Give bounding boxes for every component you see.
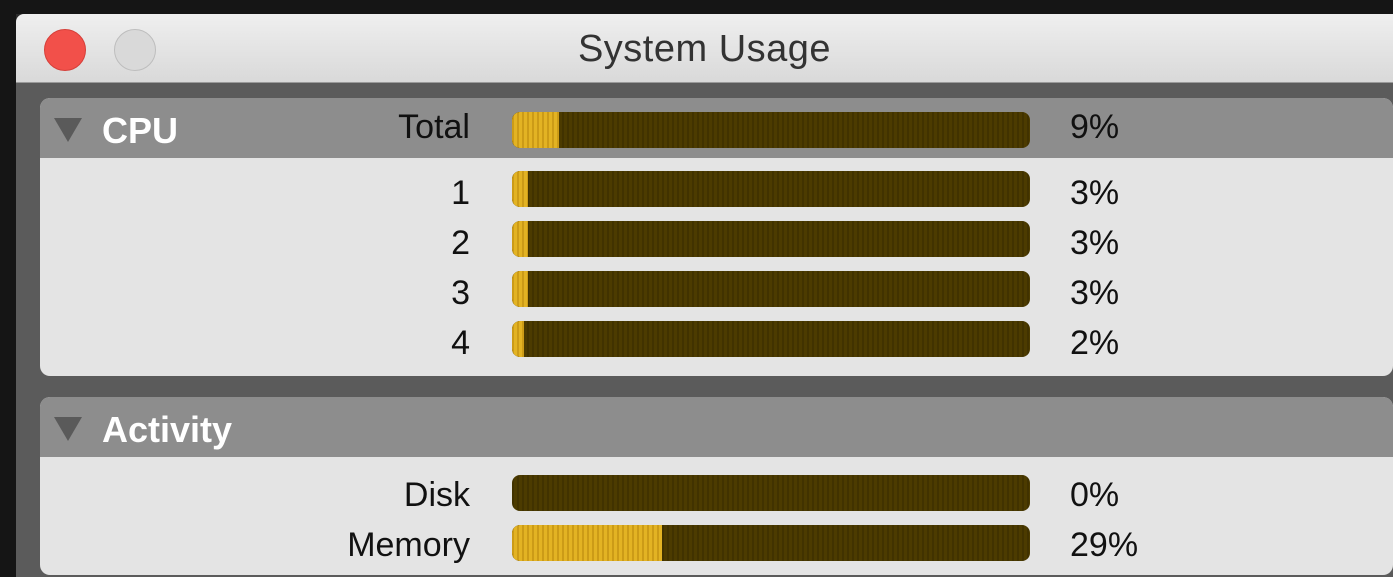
memory-meter — [512, 525, 1030, 561]
disclosure-triangle-icon[interactable] — [54, 417, 82, 441]
cpu-row-label: 1 — [451, 174, 470, 212]
cpu-core-meter — [512, 221, 1030, 257]
meter-fill — [512, 271, 528, 307]
cpu-core-meter — [512, 321, 1030, 357]
title-bar[interactable]: System Usage — [16, 14, 1393, 83]
activity-row-label: Memory — [347, 526, 470, 564]
cpu-core-percent: 2% — [1070, 324, 1120, 362]
window-title: System Usage — [577, 28, 832, 70]
meter-fill — [512, 112, 559, 148]
cpu-total-percent: 9% — [1070, 108, 1120, 146]
disk-meter — [512, 475, 1030, 511]
meter-fill — [512, 525, 662, 561]
cpu-core-percent: 3% — [1070, 174, 1120, 212]
cpu-core-meter — [512, 171, 1030, 207]
cpu-row-label: 4 — [451, 324, 470, 362]
meter-fill — [512, 321, 524, 357]
cpu-row-label: 2 — [451, 224, 470, 262]
memory-percent: 29% — [1070, 526, 1139, 564]
activity-section-title: Activity — [102, 409, 233, 450]
screen-left-edge — [0, 14, 16, 577]
cpu-row-label: 3 — [451, 274, 470, 312]
cpu-total-meter — [512, 112, 1030, 148]
cpu-panel: CPU Total 9% 1 3% 2 3% 3 3% 4 2% — [40, 98, 1393, 376]
cpu-core-percent: 3% — [1070, 274, 1120, 312]
cpu-core-percent: 3% — [1070, 224, 1120, 262]
activity-row-label: Disk — [403, 476, 470, 514]
meter-fill — [512, 221, 528, 257]
disk-percent: 0% — [1070, 476, 1120, 514]
system-usage-window: System Usage CPU Total 9% 1 3% 2 3% 3 3%… — [16, 14, 1393, 577]
cpu-core-meter — [512, 271, 1030, 307]
activity-section-header[interactable]: Activity — [40, 397, 1393, 457]
cpu-row-label: Total — [398, 108, 470, 146]
activity-panel: Activity Disk 0% Memory 29% — [40, 397, 1393, 575]
screen-top-edge — [0, 0, 1393, 14]
meter-fill — [512, 171, 528, 207]
